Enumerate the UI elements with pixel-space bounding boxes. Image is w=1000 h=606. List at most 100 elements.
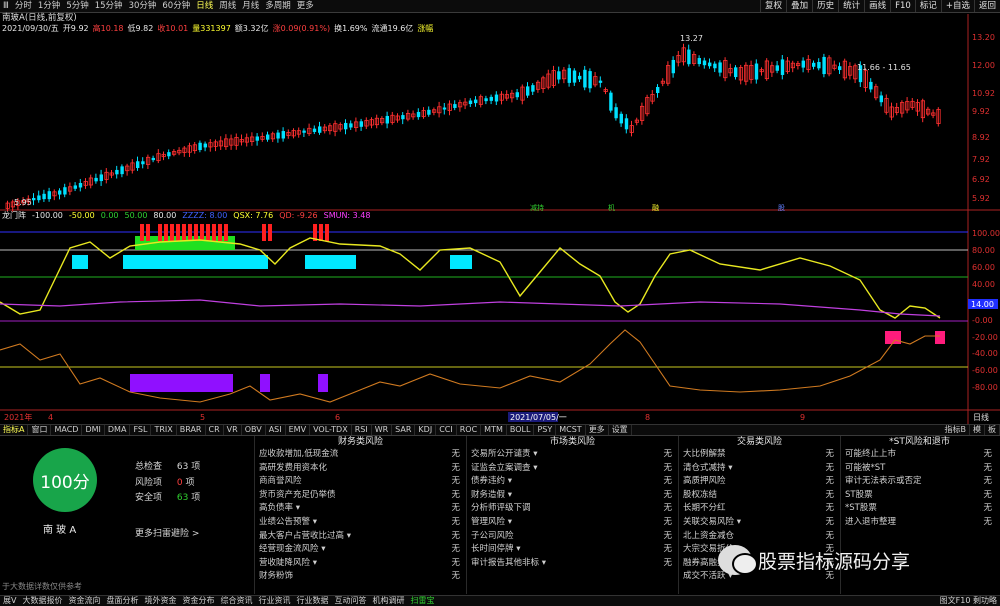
bottom-tab[interactable]: 互动问答	[331, 596, 369, 606]
risk-item[interactable]: 分析师评级下调 无	[467, 502, 678, 516]
bottom-tab[interactable]: 大数据报价	[19, 596, 65, 606]
indicator-tab[interactable]: RSI	[352, 425, 372, 435]
toolbar-button[interactable]: 统计	[838, 0, 864, 12]
risk-item[interactable]: *ST股票 无	[841, 502, 998, 516]
risk-item[interactable]: 长时间停牌 ▾ 无	[467, 543, 678, 557]
risk-item[interactable]: 管理风险 ▾ 无	[467, 516, 678, 530]
risk-item[interactable]: 审计报告其他非标 ▾ 无	[467, 557, 678, 571]
risk-item[interactable]: 最大客户占营收比过高 ▾ 无	[255, 530, 466, 544]
risk-item[interactable]: 证监会立案调查 ▾ 无	[467, 462, 678, 476]
toolbar-button[interactable]: 历史	[812, 0, 838, 12]
risk-item[interactable]: 清仓式减持 ▾ 无	[679, 462, 840, 476]
toolbar-button[interactable]: 标记	[914, 0, 941, 12]
bottom-tab[interactable]: 机构调研	[369, 596, 407, 606]
indicator-tab[interactable]: KDJ	[415, 425, 437, 435]
time-cursor-label: 2021/07/05/一	[510, 413, 567, 422]
risk-item[interactable]: 财务造假 ▾ 无	[467, 489, 678, 503]
risk-item[interactable]: 股权冻结 无	[679, 489, 840, 503]
period-tab[interactable]: Ⅲ	[0, 0, 12, 12]
indicator-tab-right[interactable]: 板	[985, 425, 1000, 435]
risk-item-label: 风险项	[135, 478, 163, 488]
bottom-right-link[interactable]: 图文F10 剩功略	[937, 596, 1000, 606]
toolbar-button[interactable]: F10	[890, 0, 915, 12]
indicator-tab-right[interactable]: 模	[970, 425, 985, 435]
indicator-tab[interactable]: 指标A	[0, 425, 29, 435]
indicator-tab[interactable]: OBV	[242, 425, 266, 435]
risk-item[interactable]: 应收款增加,低现金流 无	[255, 448, 466, 462]
indicator-tab[interactable]: BOLL	[507, 425, 535, 435]
indicator-tab[interactable]: ASI	[266, 425, 286, 435]
risk-item[interactable]: 商商誉风险 无	[255, 475, 466, 489]
toolbar-button[interactable]: 叠加	[786, 0, 812, 12]
risk-item[interactable]: 可能终止上市 无	[841, 448, 998, 462]
toolbar-button[interactable]: 画线	[864, 0, 890, 12]
risk-item[interactable]: 长期不分红 无	[679, 502, 840, 516]
period-tab[interactable]: 15分钟	[92, 0, 126, 12]
risk-item[interactable]: 经营现金流风险 ▾ 无	[255, 543, 466, 557]
period-tab[interactable]: 30分钟	[126, 0, 160, 12]
risk-item[interactable]: 子公司风险 无	[467, 530, 678, 544]
period-tab[interactable]: 5分钟	[63, 0, 91, 12]
bottom-tab[interactable]: 行业数据	[293, 596, 331, 606]
risk-item[interactable]: 大比例解禁 无	[679, 448, 840, 462]
indicator-tab[interactable]: 窗口	[28, 425, 52, 435]
risk-item[interactable]: 可能被*ST 无	[841, 462, 998, 476]
indicator-tab[interactable]: PSY	[534, 425, 557, 435]
indicator-tab[interactable]: ROC	[457, 425, 482, 435]
indicator-tab[interactable]: DMA	[105, 425, 131, 435]
period-tab[interactable]: 1分钟	[35, 0, 63, 12]
risk-item[interactable]: 债券违约 ▾ 无	[467, 475, 678, 489]
indicator-tab[interactable]: EMV	[286, 425, 311, 435]
bottom-tab[interactable]: 盘面分析	[103, 596, 141, 606]
risk-item[interactable]: 高质押风险 无	[679, 475, 840, 489]
indicator-tab[interactable]: MCST	[556, 425, 586, 435]
indicator-tab[interactable]: DMI	[82, 425, 105, 435]
risk-item[interactable]: 财务粉饰 无	[255, 570, 466, 584]
period-tab[interactable]: 月线	[239, 0, 262, 12]
risk-item[interactable]: 进入退市整理 无	[841, 516, 998, 530]
bottom-tab[interactable]: 展V	[0, 596, 19, 606]
toolbar-button[interactable]: 复权	[760, 0, 786, 12]
period-tab[interactable]: 更多	[294, 0, 317, 12]
bottom-tab[interactable]: 境外资金	[141, 596, 179, 606]
indicator-v0: -100.00	[32, 211, 63, 220]
indicator-tab[interactable]: VR	[224, 425, 242, 435]
candle-body	[838, 66, 842, 71]
risk-item[interactable]: 审计无法表示或否定 无	[841, 475, 998, 489]
indicator-tab[interactable]: CR	[206, 425, 224, 435]
indicator-tab[interactable]: VOL-TDX	[310, 425, 352, 435]
indicator-tab-right[interactable]: 指标B	[942, 425, 970, 435]
risk-item[interactable]: ST股票 无	[841, 489, 998, 503]
risk-item[interactable]: 业绩公告预警 ▾ 无	[255, 516, 466, 530]
indicator-tab[interactable]: BRAR	[177, 425, 206, 435]
bottom-tab[interactable]: 资金分布	[179, 596, 217, 606]
indicator-tab[interactable]: FSL	[130, 425, 152, 435]
period-tab[interactable]: 60分钟	[159, 0, 193, 12]
toolbar-button[interactable]: +自选	[940, 0, 974, 12]
indicator-tab[interactable]: MACD	[51, 425, 83, 435]
more-risk-link[interactable]: 更多扫雷避险 >	[135, 526, 199, 539]
indicator-tab[interactable]: 更多	[586, 425, 609, 435]
indicator-tab[interactable]: TRIX	[151, 425, 177, 435]
risk-item[interactable]: 营收陡降风险 ▾ 无	[255, 557, 466, 571]
indicator-tab[interactable]: 设置	[609, 425, 632, 435]
period-tab[interactable]: 多周期	[262, 0, 294, 12]
risk-item[interactable]: 关联交易风险 ▾ 无	[679, 516, 840, 530]
risk-item[interactable]: 北上资金减仓 无	[679, 530, 840, 544]
bottom-tab[interactable]: 行业资讯	[255, 596, 293, 606]
risk-item[interactable]: 高研发费用资本化 无	[255, 462, 466, 476]
bottom-tab[interactable]: 资金流向	[65, 596, 103, 606]
indicator-tab[interactable]: WR	[372, 425, 393, 435]
indicator-tab[interactable]: MTM	[481, 425, 507, 435]
period-tab[interactable]: 分时	[12, 0, 35, 12]
bottom-tab[interactable]: 综合资讯	[217, 596, 255, 606]
risk-item[interactable]: 高负债率 ▾ 无	[255, 502, 466, 516]
period-tab[interactable]: 周线	[216, 0, 239, 12]
period-tab[interactable]: 日线	[193, 0, 216, 12]
risk-item[interactable]: 货币资产充足仍举债 无	[255, 489, 466, 503]
bottom-tab[interactable]: 扫雷宝	[407, 596, 437, 606]
toolbar-button[interactable]: 返回	[973, 0, 1000, 12]
indicator-tab[interactable]: SAR	[392, 425, 416, 435]
indicator-tab[interactable]: CCI	[436, 425, 457, 435]
risk-item[interactable]: 交易所公开谴责 ▾ 无	[467, 448, 678, 462]
